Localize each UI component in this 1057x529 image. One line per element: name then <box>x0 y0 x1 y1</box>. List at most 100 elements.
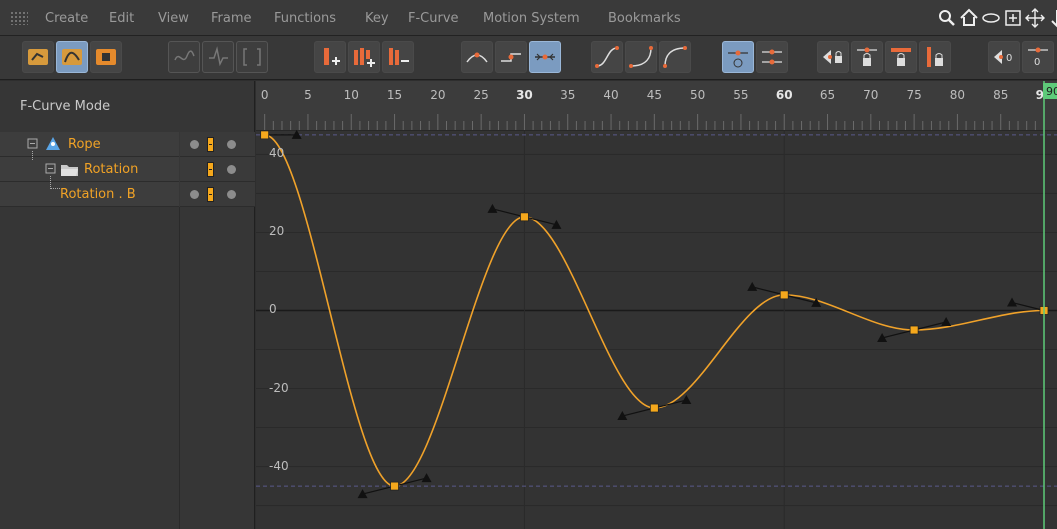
interpolation-group <box>461 41 561 73</box>
collapse-toggle-icon[interactable] <box>45 163 57 175</box>
ease-out-icon <box>663 46 687 68</box>
step-icon <box>501 53 521 62</box>
show-curves-button[interactable] <box>168 41 200 73</box>
lock-time-button[interactable] <box>919 41 951 73</box>
keyframe-point[interactable] <box>520 212 529 222</box>
remove-key-button[interactable] <box>382 41 414 73</box>
lock-group <box>817 41 951 73</box>
tree-state-cell <box>180 157 255 182</box>
solo-dot[interactable] <box>227 140 236 149</box>
tangent-handle[interactable] <box>1007 297 1018 307</box>
tangent-handle[interactable] <box>487 203 498 213</box>
add-key-icon <box>324 48 340 65</box>
keyframe-indicator[interactable] <box>207 187 214 202</box>
svg-text:0: 0 <box>1034 57 1040 68</box>
menu-edit[interactable]: Edit <box>109 11 134 26</box>
motion-mode-icon <box>96 49 116 65</box>
fcurve-mode-icon <box>62 49 82 65</box>
ease-out-button[interactable] <box>659 41 691 73</box>
linear-interp-button[interactable] <box>529 41 561 73</box>
hierarchy-panel: F-Curve Mode Rope Rotation Rotation . B <box>0 81 255 529</box>
arrow-icon[interactable] <box>1047 7 1057 29</box>
zero-angle-icon: 0 <box>994 50 1012 64</box>
move-icon[interactable] <box>1025 7 1045 29</box>
add-keys-button[interactable] <box>348 41 380 73</box>
keyframe-point[interactable] <box>779 290 789 300</box>
tree-state-cell <box>180 182 255 207</box>
solo-dot[interactable] <box>227 190 236 199</box>
zero-group: 0 0 <box>988 41 1054 73</box>
fcurve-canvas[interactable]: 90 <box>256 81 1057 529</box>
spline-interp-button[interactable] <box>461 41 493 73</box>
dopesheet-icon <box>28 49 48 65</box>
mode-button-group <box>22 41 122 73</box>
step-interp-button[interactable] <box>495 41 527 73</box>
current-frame-label: 90 <box>1046 85 1057 98</box>
clamp-tangent-button[interactable] <box>756 41 788 73</box>
keyframe-point[interactable] <box>909 325 919 335</box>
tangent-handle[interactable] <box>747 281 758 291</box>
value-tick-label: 0 <box>269 302 277 317</box>
tree-label-rotation: Rotation <box>84 162 139 177</box>
search-icon[interactable] <box>937 7 957 29</box>
visibility-dot[interactable] <box>190 190 199 199</box>
tangent-handle-line <box>362 485 395 495</box>
tangent-wave-icon <box>209 46 228 67</box>
value-tick-label: 20 <box>269 224 285 239</box>
tree-label-rotation-b: Rotation . B <box>60 187 136 202</box>
lock-length-icon <box>891 48 911 66</box>
menu-key[interactable]: Key <box>365 11 389 26</box>
curve-display-group <box>168 41 268 73</box>
show-keys-button[interactable] <box>236 41 268 73</box>
tangent-handle-line <box>524 216 557 226</box>
lock-value-button[interactable] <box>817 41 849 73</box>
tangent-handle[interactable] <box>941 317 952 326</box>
menu-view[interactable]: View <box>158 11 189 26</box>
lock-tangent-angle-button[interactable] <box>851 41 883 73</box>
visibility-dot[interactable] <box>190 140 199 149</box>
zero-angle-button[interactable]: 0 <box>988 41 1020 73</box>
ease-in-icon <box>629 46 653 68</box>
ease-in-out-icon <box>595 46 619 68</box>
frame-icon[interactable] <box>1003 7 1023 29</box>
clamp-tangent-icon <box>762 49 782 65</box>
value-tick-label: 40 <box>269 146 285 161</box>
menu-frame[interactable]: Frame <box>211 11 252 26</box>
menu-motion-system[interactable]: Motion System <box>483 11 580 26</box>
tangent-handle[interactable] <box>421 473 432 483</box>
tree-row-rotation[interactable]: Rotation <box>0 151 255 182</box>
key-edit-group <box>314 41 414 73</box>
keyframe-point[interactable] <box>390 481 399 491</box>
menu-functions[interactable]: Functions <box>274 11 336 26</box>
keyframe-point[interactable] <box>649 403 659 413</box>
lock-angle-icon <box>857 47 877 66</box>
fcurve-mode-button[interactable] <box>56 41 88 73</box>
ease-in-button[interactable] <box>625 41 657 73</box>
menu-create[interactable]: Create <box>45 11 88 26</box>
keyframe-indicator[interactable] <box>207 162 214 177</box>
ease-in-out-button[interactable] <box>591 41 623 73</box>
dopesheet-mode-button[interactable] <box>22 41 54 73</box>
lock-tangent-length-button[interactable] <box>885 41 917 73</box>
home-icon[interactable] <box>959 7 979 29</box>
show-tangents-button[interactable] <box>202 41 234 73</box>
ellipse-icon[interactable] <box>981 7 1001 29</box>
tangent-handle[interactable] <box>681 395 692 405</box>
menu-fcurve[interactable]: F-Curve <box>408 11 459 26</box>
menu-bookmarks[interactable]: Bookmarks <box>608 11 681 26</box>
motion-mode-button[interactable] <box>90 41 122 73</box>
tree-row-rope[interactable]: Rope <box>0 132 255 157</box>
value-tick-label: -40 <box>269 458 289 473</box>
auto-tangent-button[interactable] <box>722 41 754 73</box>
keyframe-point[interactable] <box>260 130 270 140</box>
object-icon <box>46 137 60 150</box>
fcurve-graph[interactable]: 051015202530354045505560657075808590 90 … <box>256 81 1057 529</box>
tree-row-rotation-b[interactable]: Rotation . B <box>0 176 255 207</box>
keyframe-indicator[interactable] <box>207 137 214 152</box>
menu-grip-handle[interactable] <box>10 11 28 25</box>
add-key-button[interactable] <box>314 41 346 73</box>
tangent-shape-group <box>591 41 691 73</box>
solo-dot[interactable] <box>227 165 236 174</box>
collapse-toggle-icon[interactable] <box>27 138 39 150</box>
zero-length-button[interactable]: 0 <box>1022 41 1054 73</box>
